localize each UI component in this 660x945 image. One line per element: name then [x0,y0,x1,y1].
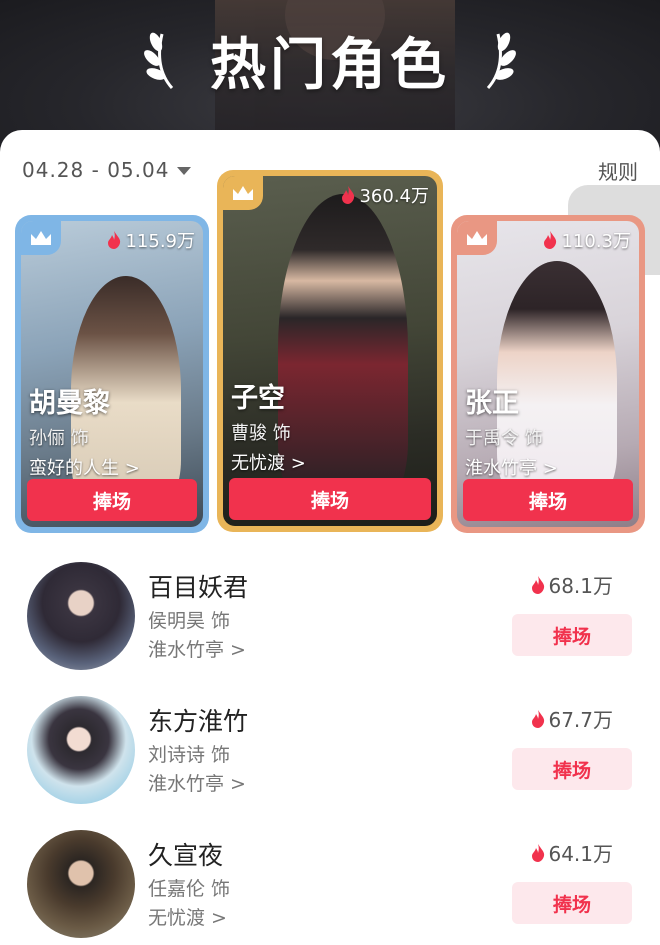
drama-link[interactable]: 无忧渡 > [148,903,227,930]
top-card-rank-1[interactable]: 360.4万 子空 曹骏 饰 无忧渡 > 捧场 [217,170,443,532]
crown-icon [233,186,253,200]
flame-icon [108,231,121,249]
cheer-button[interactable]: 捧场 [463,479,633,521]
crown-icon [31,231,51,245]
rules-link[interactable]: 规则 [598,156,638,185]
actor-name: 曹骏 饰 [231,423,291,444]
flame-icon [532,575,545,594]
card-image: 110.3万 张正 于禹令 饰 淮水竹亭 > 捧场 [457,221,639,527]
drama-link[interactable]: 淮水竹亭 > [465,454,558,480]
role-name: 百目妖君 [148,573,249,602]
card-info: 子空 曹骏 饰 无忧渡 > [231,376,306,475]
heat-value: 67.7万 [548,708,613,732]
heat-value: 115.9万 [125,231,195,252]
heat-count: 67.7万 [531,704,613,733]
card-info: 胡曼黎 孙俪 饰 蛮好的人生 > [29,381,140,480]
flame-icon [532,843,545,862]
list-item[interactable]: 久宣夜 任嘉伦 饰 无忧渡 > 64.1万 捧场 [0,830,660,945]
heat-count: 360.4万 [341,182,429,208]
actor-name: 刘诗诗 饰 [148,744,231,766]
list-item[interactable]: 百目妖君 侯明昊 饰 淮水竹亭 > 68.1万 捧场 [0,562,660,682]
flame-icon [544,231,557,249]
crown-badge [21,221,61,255]
role-name: 子空 [231,383,285,414]
laurel-left-icon [144,32,174,90]
date-range-selector[interactable]: 04.28 - 05.04 [22,158,192,182]
ranking-panel: 04.28 - 05.04 规则 115.9万 胡曼黎 孙俪 饰 蛮好的人生 > [0,130,660,945]
actor-name: 孙俪 饰 [29,428,89,449]
actor-name: 任嘉伦 饰 [148,878,231,900]
heat-value: 110.3万 [561,231,631,252]
actor-name: 于禹令 饰 [465,428,543,449]
cheer-button[interactable]: 捧场 [512,748,632,790]
cheer-button[interactable]: 捧场 [27,479,197,521]
cheer-button[interactable]: 捧场 [512,882,632,924]
heat-count: 110.3万 [543,227,631,253]
heat-value: 360.4万 [359,186,429,207]
avatar [27,696,135,804]
actor-name: 侯明昊 饰 [148,610,231,632]
date-range-label: 04.28 - 05.04 [22,158,170,182]
role-name: 张正 [465,388,519,419]
crown-badge [457,221,497,255]
heat-count: 115.9万 [107,227,195,253]
card-info: 张正 于禹令 饰 淮水竹亭 > [465,381,558,480]
card-image: 360.4万 子空 曹骏 饰 无忧渡 > 捧场 [223,176,437,526]
card-image: 115.9万 胡曼黎 孙俪 饰 蛮好的人生 > 捧场 [21,221,203,527]
heat-value: 68.1万 [548,574,613,598]
role-name: 久宣夜 [148,841,224,870]
role-name: 东方淮竹 [148,707,249,736]
caret-down-icon [177,167,192,175]
flame-icon [532,709,545,728]
heat-value: 64.1万 [548,842,613,866]
heat-count: 64.1万 [531,838,613,867]
drama-link[interactable]: 蛮好的人生 > [29,454,140,480]
list-item[interactable]: 东方淮竹 刘诗诗 饰 淮水竹亭 > 67.7万 捧场 [0,696,660,816]
role-name: 胡曼黎 [29,388,110,419]
page-title: 热门角色 [210,32,450,98]
laurel-right-icon [486,32,516,90]
flame-icon [342,186,355,204]
crown-icon [467,231,487,245]
avatar [27,562,135,670]
crown-badge [223,176,263,210]
cheer-button[interactable]: 捧场 [229,478,431,520]
avatar [27,830,135,938]
hero-title-group: 热门角色 [0,20,660,100]
drama-link[interactable]: 无忧渡 > [231,449,306,475]
cheer-button[interactable]: 捧场 [512,614,632,656]
heat-count: 68.1万 [531,570,613,599]
top-card-rank-3[interactable]: 110.3万 张正 于禹令 饰 淮水竹亭 > 捧场 [451,215,645,533]
drama-link[interactable]: 淮水竹亭 > [148,635,246,662]
top-card-rank-2[interactable]: 115.9万 胡曼黎 孙俪 饰 蛮好的人生 > 捧场 [15,215,209,533]
drama-link[interactable]: 淮水竹亭 > [148,769,246,796]
